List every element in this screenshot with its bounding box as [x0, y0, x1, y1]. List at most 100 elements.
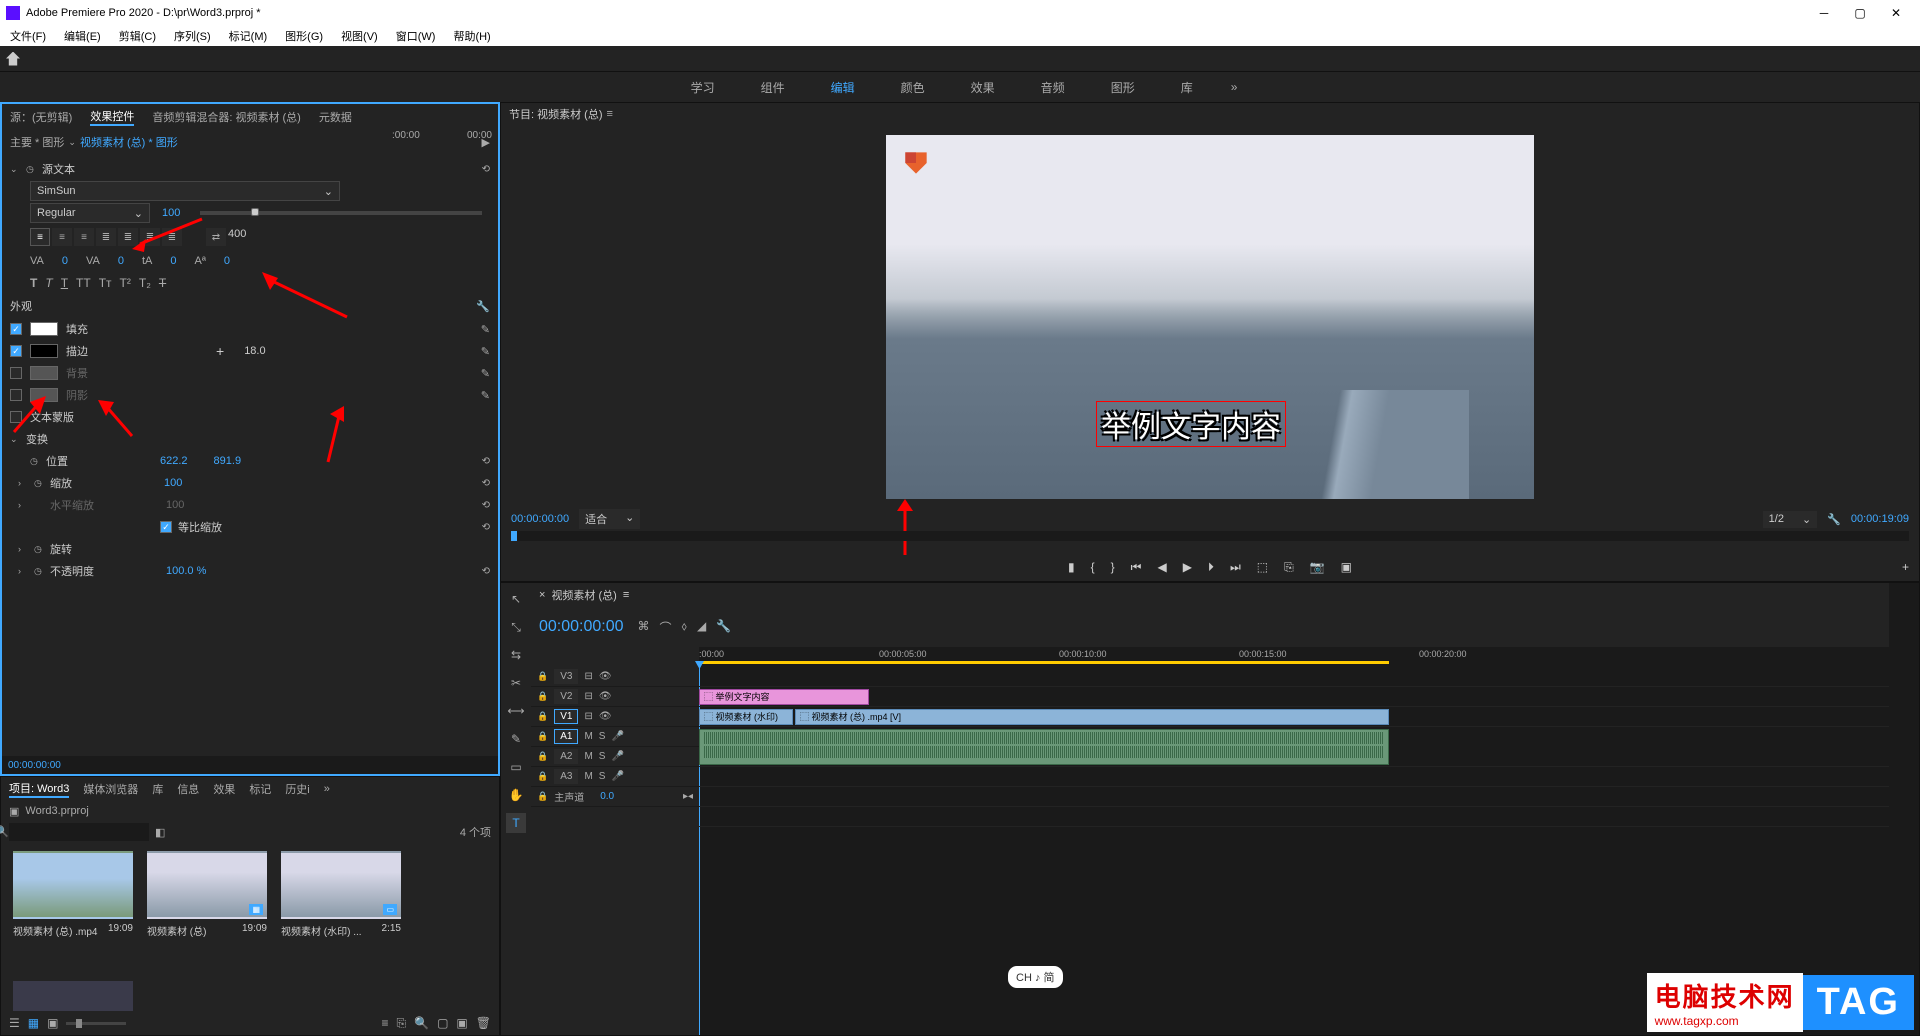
ws-learn[interactable]: 学习 [683, 75, 723, 100]
lift-button[interactable]: ⬚ [1257, 560, 1268, 574]
scale-value[interactable]: 100 [164, 477, 182, 489]
eye-icon[interactable]: 👁 [599, 711, 612, 722]
menu-file[interactable]: 文件(F) [6, 26, 50, 46]
align-left-button[interactable]: ≡ [30, 228, 50, 246]
sort-icon[interactable]: ≡ [382, 1016, 389, 1030]
lock-icon[interactable]: 🔒 [537, 691, 548, 702]
twirl-icon[interactable]: › [18, 478, 28, 488]
video-toggle-icon[interactable]: ⊟ [584, 671, 592, 682]
twirl-icon[interactable]: › [18, 500, 28, 510]
tab-markers[interactable]: 标记 [249, 781, 271, 797]
maximize-button[interactable]: ▢ [1842, 0, 1878, 26]
button-editor[interactable]: + [1902, 560, 1909, 574]
twirl-icon[interactable]: ⌄ [10, 164, 20, 175]
video-clip[interactable]: ⬚ 视频素材 (总) .mp4 [V] [795, 709, 1389, 725]
reset-icon[interactable]: ⟲ [482, 566, 490, 577]
menu-edit[interactable]: 编辑(E) [60, 26, 105, 46]
align-center-button[interactable]: ≡ [52, 228, 72, 246]
audio-clip[interactable] [699, 729, 1389, 765]
stopwatch-icon[interactable]: ◷ [34, 566, 44, 577]
align-justify-last-center[interactable]: ≣ [140, 228, 160, 246]
hand-tool[interactable]: ✋ [506, 785, 526, 805]
settings-icon[interactable]: 🔧 [1827, 513, 1841, 526]
eye-icon[interactable]: 👁 [599, 691, 612, 702]
tab-audio-mixer[interactable]: 音频剪辑混合器: 视频素材 (总) [152, 109, 301, 125]
background-checkbox[interactable] [10, 367, 22, 379]
menu-help[interactable]: 帮助(H) [449, 26, 494, 46]
settings-icon[interactable]: 🔧 [716, 619, 731, 636]
zoom-select[interactable]: 1/2⌄ [1763, 511, 1818, 528]
tracking-value[interactable]: 400 [228, 228, 246, 246]
shadow-checkbox[interactable] [10, 389, 22, 401]
mute-button[interactable]: M [584, 731, 592, 742]
eyedropper-icon[interactable]: ✎ [481, 389, 490, 402]
reset-icon[interactable]: ⟲ [482, 478, 490, 489]
add-stroke-button[interactable]: + [216, 343, 224, 359]
new-item-button[interactable]: ▣ [456, 1016, 467, 1030]
minimize-button[interactable]: ─ [1806, 0, 1842, 26]
voice-icon[interactable]: 🎤 [611, 771, 623, 782]
superscript-button[interactable]: T² [120, 276, 131, 290]
bc-master[interactable]: 主要 * 图形 [10, 134, 64, 150]
ws-libraries[interactable]: 库 [1173, 75, 1201, 100]
type-tool[interactable]: T [506, 813, 526, 833]
fill-color-swatch[interactable] [30, 322, 58, 336]
thumbnail[interactable]: ▦ [147, 851, 267, 919]
menu-markers[interactable]: 标记(M) [225, 26, 272, 46]
mark-in-icon[interactable]: { [1091, 560, 1095, 574]
track-header-a2[interactable]: 🔒A2MS🎤 [531, 747, 699, 767]
slip-tool[interactable]: ⟷ [506, 701, 526, 721]
tab-effects-panel[interactable]: 效果 [213, 781, 235, 797]
track-header-v2[interactable]: 🔒V2⊟👁 [531, 687, 699, 707]
uniform-scale-checkbox[interactable]: ✓ [160, 521, 172, 533]
master-level[interactable]: 0.0 [600, 791, 614, 802]
font-style-select[interactable]: Regular⌄ [30, 203, 150, 223]
tsume-value[interactable]: 0 [224, 255, 230, 267]
sequence-name[interactable]: 视频素材 (总) [551, 587, 616, 603]
opacity-value[interactable]: 100.0 % [166, 565, 206, 577]
leading-value[interactable]: 0 [118, 255, 124, 267]
menu-sequence[interactable]: 序列(S) [170, 26, 215, 46]
extract-button[interactable]: ⎘ [1284, 560, 1294, 575]
tab-source[interactable]: 源：(无剪辑) [10, 109, 72, 125]
stopwatch-icon[interactable]: ◷ [34, 544, 44, 555]
text-clip[interactable]: ⬚ 举例文字内容 [699, 689, 869, 705]
lock-icon[interactable]: 🔒 [537, 671, 548, 682]
track-header-master[interactable]: 🔒主声道0.0▸◂ [531, 787, 699, 807]
menu-clip[interactable]: 剪辑(C) [115, 26, 160, 46]
program-title[interactable]: 节目: 视频素材 (总) [509, 106, 603, 122]
find-icon[interactable]: 🔍 [414, 1016, 429, 1030]
track-header-a1[interactable]: 🔒A1MS🎤 [531, 727, 699, 747]
lock-icon[interactable]: 🔒 [537, 791, 548, 802]
stroke-checkbox[interactable]: ✓ [10, 345, 22, 357]
tab-history[interactable]: 历史i [285, 781, 309, 797]
pos-x[interactable]: 622.2 [160, 455, 188, 467]
voice-icon[interactable]: 🎤 [611, 751, 623, 762]
baseline-value[interactable]: 0 [170, 255, 176, 267]
stopwatch-icon[interactable]: ◷ [26, 164, 36, 175]
selection-tool[interactable]: ↖ [506, 589, 526, 609]
align-justify-button[interactable]: ≣ [96, 228, 116, 246]
freeform-view-button[interactable]: ▣ [47, 1016, 58, 1030]
bold-button[interactable]: T [30, 276, 37, 290]
mark-out-icon[interactable]: } [1111, 560, 1115, 574]
video-clip[interactable]: ⬚ 视频素材 (水印) [699, 709, 793, 725]
play-button[interactable]: ▶ [1183, 560, 1192, 574]
ws-edit[interactable]: 编辑 [823, 75, 863, 100]
ws-assembly[interactable]: 组件 [753, 75, 793, 100]
delete-button[interactable]: 🗑 [476, 1016, 491, 1030]
font-family-select[interactable]: SimSun⌄ [30, 181, 340, 201]
stopwatch-icon[interactable]: ◷ [34, 478, 44, 489]
project-search-input[interactable] [9, 823, 149, 841]
lock-icon[interactable]: 🔒 [537, 771, 548, 782]
solo-button[interactable]: S [599, 771, 606, 782]
home-icon[interactable] [6, 52, 20, 66]
twirl-icon[interactable]: › [18, 566, 28, 576]
compare-button[interactable]: ▣ [1341, 560, 1352, 574]
bg-color-swatch[interactable] [30, 366, 58, 380]
shadow-color-swatch[interactable] [30, 388, 58, 402]
solo-button[interactable]: S [599, 731, 606, 742]
pos-y[interactable]: 891.9 [214, 455, 242, 467]
razor-tool[interactable]: ✂ [506, 673, 526, 693]
icon-view-button[interactable]: ▦ [28, 1016, 39, 1030]
